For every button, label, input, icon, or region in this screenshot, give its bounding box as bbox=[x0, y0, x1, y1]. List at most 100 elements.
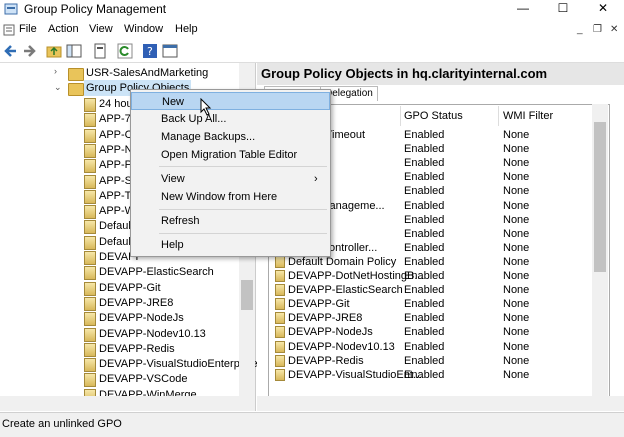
tree-gpo-item[interactable]: DEVAPP-ElasticSearch bbox=[99, 264, 214, 280]
collapse-chevron-icon[interactable]: ⌄ bbox=[54, 82, 62, 93]
gpo-status-cell[interactable]: Enabled bbox=[404, 340, 444, 354]
tree-gpo-item[interactable]: DEVAPP-VisualStudioEnterprise bbox=[99, 356, 258, 372]
gpo-name-cell[interactable]: DEVAPP-ElasticSearch bbox=[288, 283, 403, 297]
gpo-scroll-icon bbox=[275, 255, 285, 268]
column-divider[interactable] bbox=[498, 106, 499, 126]
tree-gpo-item[interactable]: DEVAPP-Redis bbox=[99, 341, 175, 357]
gpo-status-cell[interactable]: Enabled bbox=[404, 241, 444, 255]
context-item-view[interactable]: View › bbox=[131, 170, 330, 188]
inner-close-button[interactable]: ✕ bbox=[610, 20, 618, 40]
gpo-status-cell[interactable]: Enabled bbox=[404, 199, 444, 213]
gpo-name-cell[interactable]: DEVAPP-Redis bbox=[288, 354, 364, 368]
wmi-filter-cell[interactable]: None bbox=[503, 213, 529, 227]
tree-gpo-item[interactable]: DEVAPP-Nodev10.13 bbox=[99, 326, 206, 342]
gpo-status-cell[interactable]: Enabled bbox=[404, 156, 444, 170]
inner-minimize-button[interactable]: _ bbox=[577, 20, 583, 40]
help-icon[interactable]: ? bbox=[142, 43, 158, 59]
gpo-status-cell[interactable]: Enabled bbox=[404, 255, 444, 269]
column-header-wmi-filter[interactable]: WMI Filter bbox=[503, 110, 553, 122]
tree-gpo-item[interactable]: DEVAPP-Git bbox=[99, 280, 161, 296]
menu-view[interactable]: View bbox=[89, 23, 113, 35]
gpo-status-cell[interactable]: Enabled bbox=[404, 354, 444, 368]
gpo-scroll-icon bbox=[84, 159, 96, 174]
gpo-status-cell[interactable]: Enabled bbox=[404, 297, 444, 311]
gpo-status-cell[interactable]: Enabled bbox=[404, 213, 444, 227]
window-title: Group Policy Management bbox=[24, 2, 167, 16]
context-item-manage-backups[interactable]: Manage Backups... bbox=[131, 128, 330, 146]
list-scroll-thumb[interactable] bbox=[594, 122, 606, 272]
wmi-filter-cell[interactable]: None bbox=[503, 142, 529, 156]
context-item-new-window[interactable]: New Window from Here bbox=[131, 188, 330, 206]
gpo-status-cell[interactable]: Enabled bbox=[404, 325, 444, 339]
context-item-backup-all[interactable]: Back Up All... bbox=[131, 110, 330, 128]
wmi-filter-cell[interactable]: None bbox=[503, 368, 529, 382]
tree-item-ou[interactable]: USR-SalesAndMarketing bbox=[86, 65, 208, 81]
wmi-filter-cell[interactable]: None bbox=[503, 311, 529, 325]
back-arrow-icon[interactable] bbox=[3, 43, 19, 59]
menu-action[interactable]: Action bbox=[48, 23, 79, 35]
tree-gpo-item[interactable]: Default bbox=[99, 234, 134, 250]
wmi-filter-cell[interactable]: None bbox=[503, 340, 529, 354]
wmi-filter-cell[interactable]: None bbox=[503, 354, 529, 368]
wmi-filter-cell[interactable]: None bbox=[503, 227, 529, 241]
tree-gpo-item[interactable]: DEVAPP-VSCode bbox=[99, 371, 187, 387]
gpo-status-cell[interactable]: Enabled bbox=[404, 184, 444, 198]
tree-gpo-item[interactable]: DEVAPP-JRE8 bbox=[99, 295, 173, 311]
console-view-icon[interactable] bbox=[162, 43, 178, 59]
menu-file[interactable]: File bbox=[19, 23, 37, 35]
wmi-filter-cell[interactable]: None bbox=[503, 156, 529, 170]
mmc-doc-icon[interactable] bbox=[3, 24, 15, 36]
wmi-filter-cell[interactable]: None bbox=[503, 170, 529, 184]
context-item-help[interactable]: Help bbox=[131, 236, 330, 254]
context-item-refresh[interactable]: Refresh bbox=[131, 212, 330, 230]
gpo-status-cell[interactable]: Enabled bbox=[404, 283, 444, 297]
tree-gpo-item[interactable]: Default bbox=[99, 218, 134, 234]
wmi-filter-cell[interactable]: None bbox=[503, 325, 529, 339]
menu-window[interactable]: Window bbox=[124, 23, 163, 35]
gpo-status-cell[interactable]: Enabled bbox=[404, 170, 444, 184]
gpo-scroll-icon bbox=[275, 340, 285, 353]
column-header-gpo-status[interactable]: GPO Status bbox=[404, 110, 463, 122]
expand-chevron-icon[interactable]: › bbox=[54, 66, 57, 76]
menu-help[interactable]: Help bbox=[175, 23, 198, 35]
wmi-filter-cell[interactable]: None bbox=[503, 255, 529, 269]
maximize-button[interactable]: ☐ bbox=[548, 0, 578, 16]
minimize-button[interactable]: — bbox=[508, 0, 538, 16]
gpo-status-cell[interactable]: Enabled bbox=[404, 142, 444, 156]
tree-horizontal-scrollbar[interactable] bbox=[0, 396, 255, 411]
gpo-name-cell[interactable]: DEVAPP-Git bbox=[288, 297, 350, 311]
gpo-status-cell[interactable]: Enabled bbox=[404, 227, 444, 241]
up-folder-icon[interactable] bbox=[46, 43, 62, 59]
gpo-scroll-icon bbox=[275, 368, 285, 381]
gpo-scroll-icon bbox=[84, 251, 96, 265]
gpo-name-cell[interactable]: DEVAPP-NodeJs bbox=[288, 325, 373, 339]
gpo-status-cell[interactable]: Enabled bbox=[404, 269, 444, 283]
gpo-status-cell[interactable]: Enabled bbox=[404, 368, 444, 382]
gpo-status-cell[interactable]: Enabled bbox=[404, 311, 444, 325]
refresh-icon[interactable] bbox=[117, 43, 133, 59]
context-item-label: View bbox=[161, 173, 185, 185]
context-item-new[interactable]: New bbox=[131, 92, 330, 110]
properties-icon[interactable] bbox=[92, 43, 108, 59]
wmi-filter-cell[interactable]: None bbox=[503, 184, 529, 198]
context-item-open-migration[interactable]: Open Migration Table Editor bbox=[131, 146, 330, 164]
gpo-name-cell[interactable]: DEVAPP-Nodev10.13 bbox=[288, 340, 395, 354]
gpo-name-cell[interactable]: DEVAPP-VisualStudioEnt... bbox=[288, 368, 422, 382]
wmi-filter-cell[interactable]: None bbox=[503, 128, 529, 142]
tree-gpo-item[interactable]: DEVAPP-NodeJs bbox=[99, 310, 184, 326]
column-divider[interactable] bbox=[400, 106, 401, 126]
submenu-arrow-icon: › bbox=[314, 173, 318, 185]
forward-arrow-icon[interactable] bbox=[21, 43, 37, 59]
show-hide-tree-icon[interactable] bbox=[66, 43, 82, 59]
wmi-filter-cell[interactable]: None bbox=[503, 283, 529, 297]
wmi-filter-cell[interactable]: None bbox=[503, 199, 529, 213]
wmi-filter-cell[interactable]: None bbox=[503, 297, 529, 311]
close-button[interactable]: ✕ bbox=[588, 0, 618, 16]
gpo-name-cell[interactable]: DEVAPP-JRE8 bbox=[288, 311, 362, 325]
list-horizontal-scrollbar[interactable] bbox=[257, 396, 624, 411]
inner-restore-button[interactable]: ❐ bbox=[593, 20, 602, 40]
wmi-filter-cell[interactable]: None bbox=[503, 269, 529, 283]
gpo-status-cell[interactable]: Enabled bbox=[404, 128, 444, 142]
tree-scroll-thumb[interactable] bbox=[241, 280, 253, 310]
wmi-filter-cell[interactable]: None bbox=[503, 241, 529, 255]
